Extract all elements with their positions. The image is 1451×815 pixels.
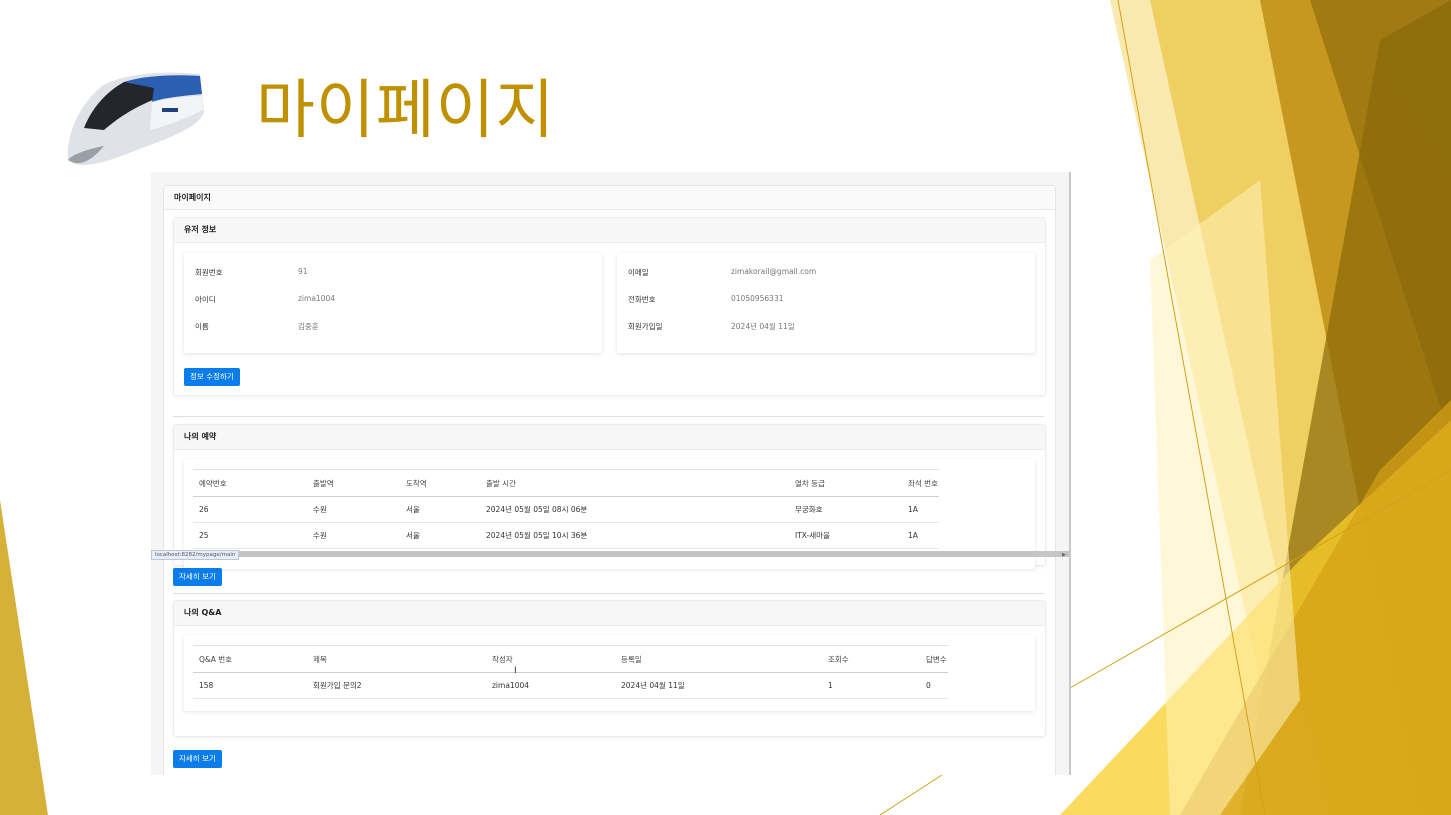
col-seat-number: 좌석 번호 xyxy=(902,469,939,497)
reservation-number: 26 xyxy=(193,496,307,523)
qna-table: Q&A 번호 제목 작성자 등록일 조회수 답변수 158 회원가입 문의2 z xyxy=(193,645,948,699)
col-reservation-number: 예약번호 xyxy=(193,469,307,497)
member-number-value: 91 xyxy=(298,267,308,276)
browser-screenshot: 마이페이지 유저 정보 회원번호 91 아이디 zima1004 이름 김중훈 … xyxy=(151,172,1070,775)
user-info-section: 유저 정보 회원번호 91 아이디 zima1004 이름 김중훈 이메일 zi… xyxy=(173,217,1046,396)
col-arrival-station: 도착역 xyxy=(400,469,480,497)
member-number-label: 회원번호 xyxy=(195,268,223,277)
qna-detail-button[interactable]: 자세히 보기 xyxy=(173,750,222,768)
qna-header-row: Q&A 번호 제목 작성자 등록일 조회수 답변수 xyxy=(193,645,948,673)
section-divider xyxy=(173,593,1044,594)
reservation-number: 25 xyxy=(193,522,307,549)
horizontal-scrollbar[interactable] xyxy=(151,551,1070,557)
qna-title: 회원가입 문의2 xyxy=(307,672,486,699)
qna-author: zima1004 xyxy=(486,672,615,699)
reservations-detail-button[interactable]: 자세히 보기 xyxy=(173,568,222,586)
qna-number: 158 xyxy=(193,672,307,699)
qna-table-box: Q&A 번호 제목 작성자 등록일 조회수 답변수 158 회원가입 문의2 z xyxy=(184,635,1035,711)
table-row[interactable]: 158 회원가입 문의2 zima1004 2024년 04월 11일 1 0 xyxy=(193,672,948,699)
col-qna-views: 조회수 xyxy=(822,645,920,673)
email-value: zimakorail@gmail.com xyxy=(731,267,817,276)
join-date-label: 회원가입일 xyxy=(628,322,663,331)
col-qna-number: Q&A 번호 xyxy=(193,645,307,673)
user-id-label: 아이디 xyxy=(195,295,216,304)
col-qna-author: 작성자 xyxy=(486,645,615,673)
seat-number: 1A xyxy=(902,496,939,523)
col-qna-answers: 답변수 xyxy=(920,645,948,673)
user-info-header: 유저 정보 xyxy=(174,218,1045,243)
section-divider xyxy=(173,416,1044,417)
user-name-value: 김중훈 xyxy=(298,322,319,331)
train-class: ITX-새마을 xyxy=(789,522,902,549)
scroll-right-arrow-icon[interactable]: ▶ xyxy=(1062,552,1066,558)
edit-info-button[interactable]: 정보 수정하기 xyxy=(184,368,240,386)
slide-title: 마이페이지 xyxy=(256,74,556,148)
departure-time: 2024년 05월 05일 08시 06분 xyxy=(480,496,789,523)
user-info-left-box: 회원번호 91 아이디 zima1004 이름 김중훈 xyxy=(184,253,602,353)
status-bar-url: localhost:8282/mypage/main xyxy=(151,550,240,560)
col-qna-title: 제목 xyxy=(307,645,486,673)
qna-answers: 0 xyxy=(920,672,948,699)
reservations-header-row: 예약번호 출발역 도착역 출발 시간 열차 등급 좌석 번호 xyxy=(193,469,939,497)
reservations-table: 예약번호 출발역 도착역 출발 시간 열차 등급 좌석 번호 26 수원 서울 xyxy=(193,469,939,549)
col-departure-station: 출발역 xyxy=(307,469,400,497)
arrival-station: 서울 xyxy=(400,496,480,523)
col-train-class: 열차 등급 xyxy=(789,469,902,497)
table-row[interactable]: 26 수원 서울 2024년 05월 05일 08시 06분 무궁화호 1A xyxy=(193,496,939,523)
mypage-card: 마이페이지 유저 정보 회원번호 91 아이디 zima1004 이름 김중훈 … xyxy=(163,185,1056,775)
qna-section: 나의 Q&A Q&A 번호 제목 작성자 등록일 조회수 답변수 158 회원가… xyxy=(173,600,1046,737)
col-qna-date: 등록일 xyxy=(615,645,822,673)
reservations-section: 나의 예약 예약번호 출발역 도착역 출발 시간 열차 등급 좌석 번호 26 … xyxy=(173,424,1046,569)
vertical-scrollbar[interactable] xyxy=(1069,172,1071,775)
ktx-train-image xyxy=(67,72,205,165)
user-info-right-box: 이메일 zimakorail@gmail.com 전화번호 0105095633… xyxy=(617,253,1035,353)
text-cursor-icon: I xyxy=(514,666,517,676)
phone-label: 전화번호 xyxy=(628,295,656,304)
col-departure-time: 출발 시간 xyxy=(480,469,789,497)
departure-station: 수원 xyxy=(307,496,400,523)
arrival-station: 서울 xyxy=(400,522,480,549)
reservations-header: 나의 예약 xyxy=(174,425,1045,450)
phone-value: 01050956331 xyxy=(731,294,784,303)
join-date-value: 2024년 04월 11일 xyxy=(731,322,795,331)
qna-views: 1 xyxy=(822,672,920,699)
page-header: 마이페이지 xyxy=(164,186,1055,210)
qna-header: 나의 Q&A xyxy=(174,601,1045,626)
qna-date: 2024년 04월 11일 xyxy=(615,672,822,699)
departure-time: 2024년 05월 05일 10시 36분 xyxy=(480,522,789,549)
table-row[interactable]: 25 수원 서울 2024년 05월 05일 10시 36분 ITX-새마을 1… xyxy=(193,522,939,549)
seat-number: 1A xyxy=(902,522,939,549)
train-class: 무궁화호 xyxy=(789,496,902,523)
departure-station: 수원 xyxy=(307,522,400,549)
user-name-label: 이름 xyxy=(195,322,209,331)
user-id-value: zima1004 xyxy=(298,294,336,303)
email-label: 이메일 xyxy=(628,268,649,277)
